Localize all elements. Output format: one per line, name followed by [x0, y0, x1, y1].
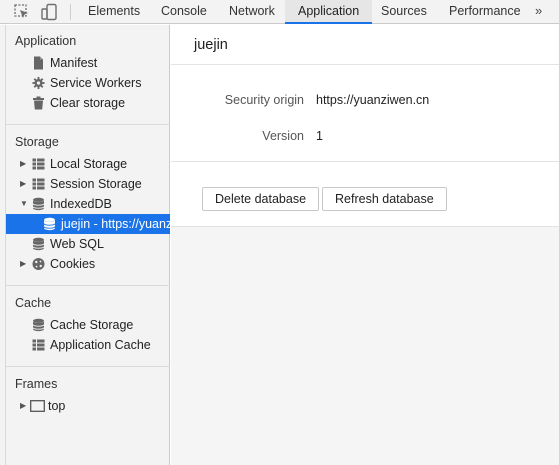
inspect-element-icon[interactable]	[13, 3, 31, 21]
expand-arrow-icon[interactable]: ▶	[20, 396, 26, 416]
sidebar-item-label: top	[48, 399, 66, 413]
sidebar-item-label: Web SQL	[50, 237, 104, 251]
sidebar-item-clear-storage[interactable]: Clear storage	[6, 93, 170, 113]
file-icon	[34, 56, 43, 70]
section-title-frames: Frames	[15, 377, 58, 391]
version-label: Version	[262, 129, 304, 143]
devtools-toolbar: Elements Console Network Application Sou…	[0, 0, 559, 24]
sidebar-item-label: Cookies	[50, 257, 96, 271]
section-title-cache: Cache	[15, 296, 52, 310]
sidebar-item-juejin-database[interactable]: juejin - https://yuanziwen.cn	[6, 214, 170, 234]
tab-sources[interactable]: Sources	[370, 0, 438, 24]
tab-network[interactable]: Network	[217, 0, 287, 24]
database-icon	[32, 237, 45, 251]
database-icon	[32, 197, 45, 211]
sidebar-item-label: Manifest	[50, 56, 98, 70]
sidebar-item-label: Application Cache	[50, 338, 151, 352]
frame-icon	[30, 400, 45, 412]
sidebar-item-cache-storage[interactable]: Cache Storage	[6, 315, 170, 335]
sidebar-item-label: juejin - https://yuanziwen.cn	[61, 217, 170, 231]
section-divider	[6, 124, 170, 125]
toolbar-separator	[70, 4, 71, 20]
sidebar-item-application-cache[interactable]: Application Cache	[6, 335, 170, 355]
sidebar-item-local-storage[interactable]: ▶ Local Storage	[6, 154, 170, 174]
expand-arrow-icon[interactable]: ▶	[20, 254, 26, 274]
tab-performance[interactable]: Performance	[438, 0, 532, 24]
section-divider	[6, 285, 170, 286]
version-value: 1	[316, 129, 323, 143]
database-icon	[32, 318, 45, 332]
expand-arrow-icon[interactable]: ▶	[20, 154, 26, 174]
sidebar-item-cookies[interactable]: ▶ Cookies	[6, 254, 170, 274]
sidebar-item-label: Local Storage	[50, 157, 128, 171]
grid-icon	[32, 178, 45, 190]
collapse-arrow-icon[interactable]: ▼	[20, 194, 28, 214]
expand-arrow-icon[interactable]: ▶	[20, 174, 26, 194]
sidebar-item-label: Service Workers	[50, 76, 142, 90]
section-title-storage: Storage	[15, 135, 59, 149]
sidebar-item-label: IndexedDB	[50, 197, 112, 211]
section-title-application: Application	[15, 34, 77, 48]
grid-icon	[32, 339, 45, 351]
more-tabs-button[interactable]: »	[535, 0, 542, 24]
empty-data-area	[171, 226, 559, 465]
device-toolbar-icon[interactable]	[40, 3, 58, 21]
sidebar-item-label: Clear storage	[50, 96, 126, 110]
sidebar-item-manifest[interactable]: Manifest	[6, 53, 170, 73]
security-origin-label: Security origin	[224, 93, 304, 107]
cookie-icon	[32, 258, 45, 270]
sidebar-item-web-sql[interactable]: Web SQL	[6, 234, 170, 254]
sidebar-item-indexeddb[interactable]: ▼ IndexedDB	[6, 194, 170, 214]
database-header: juejin	[171, 25, 559, 65]
sidebar-item-frame-top[interactable]: ▶ top	[6, 396, 170, 416]
sidebar-item-session-storage[interactable]: ▶ Session Storage	[6, 174, 170, 194]
sidebar-item-label: Cache Storage	[50, 318, 134, 332]
delete-database-button[interactable]: Delete database	[202, 187, 320, 211]
database-title: juejin	[194, 37, 228, 53]
sidebar-item-service-workers[interactable]: Service Workers	[6, 73, 170, 93]
sidebar-item-label: Session Storage	[50, 177, 142, 191]
security-origin-value: https://yuanziwen.cn	[316, 93, 430, 107]
trash-icon	[33, 96, 44, 110]
tab-console[interactable]: Console	[149, 0, 219, 24]
refresh-database-button[interactable]: Refresh database	[322, 187, 447, 211]
grid-icon	[32, 158, 45, 170]
gear-icon	[32, 76, 45, 90]
section-divider	[6, 366, 170, 367]
tab-application[interactable]: Application	[285, 0, 373, 24]
database-icon	[43, 217, 56, 231]
tab-elements[interactable]: Elements	[76, 0, 152, 24]
main-divider	[171, 161, 559, 162]
